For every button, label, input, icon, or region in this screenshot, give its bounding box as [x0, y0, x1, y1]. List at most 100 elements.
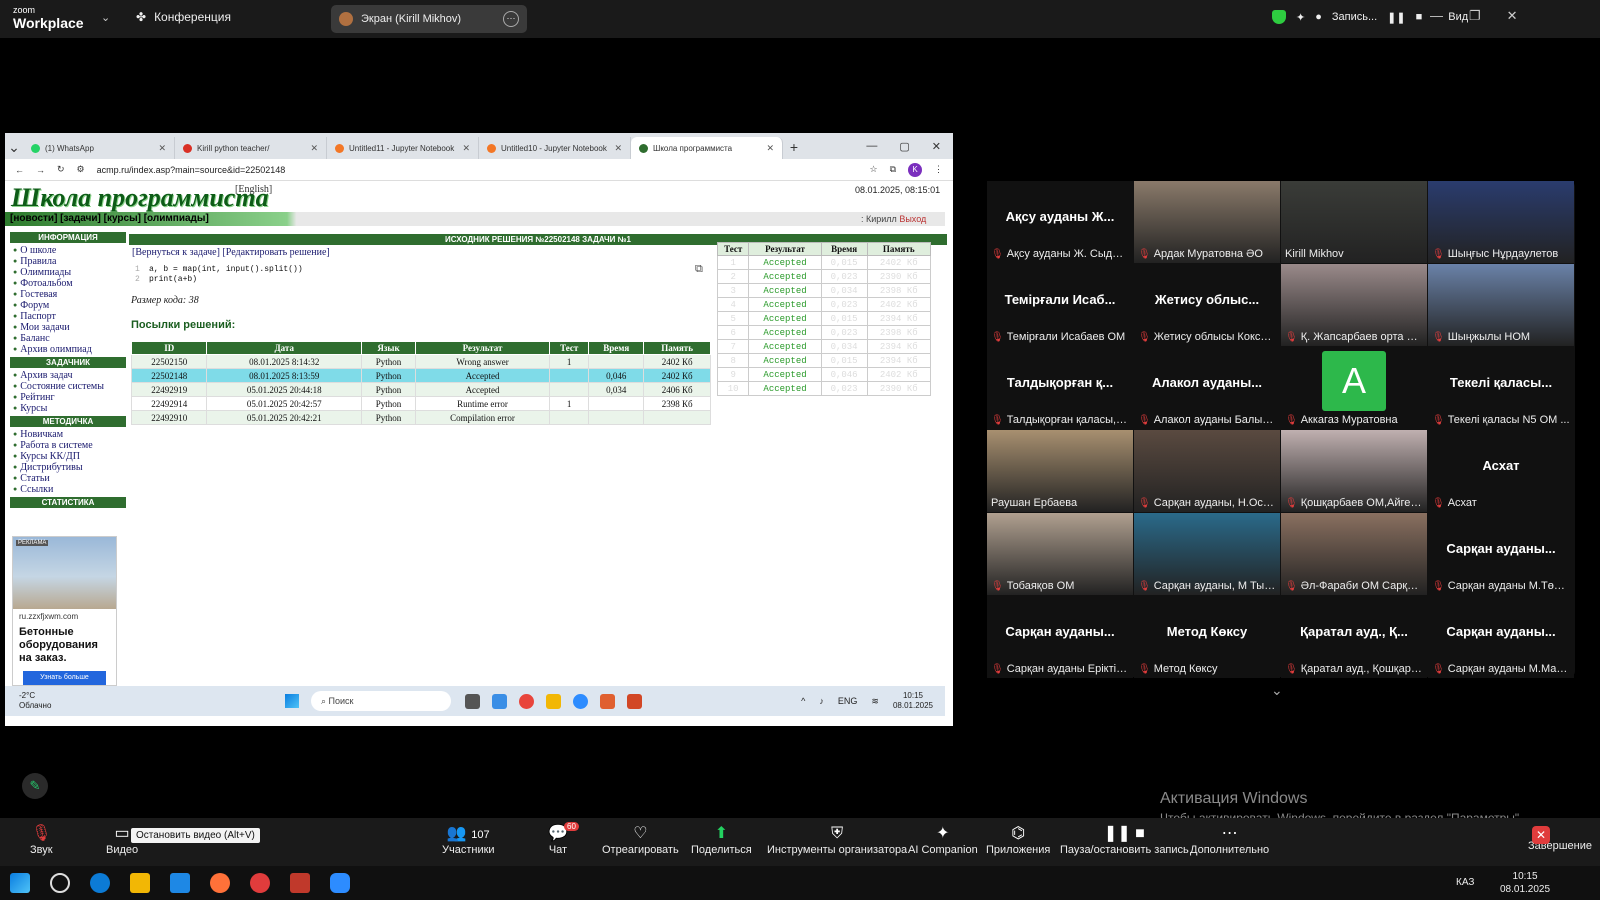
new-tab-button[interactable]: +: [783, 137, 805, 159]
yandex-icon[interactable]: [250, 873, 270, 893]
participant-tile[interactable]: 🎙 Ардак Муратовна ӘО: [1134, 181, 1280, 263]
participant-tile[interactable]: Темірғали Исаб... 🎙 Темірғали Исабаев ОМ: [987, 264, 1133, 346]
table-cell[interactable]: 22502148: [130, 368, 208, 383]
browser-tab[interactable]: Школа программиста ✕: [631, 137, 783, 159]
site-title[interactable]: Школа программиста: [11, 183, 269, 213]
browser-tab[interactable]: Kirill python teacher/ ✕: [175, 137, 327, 159]
sidebar-link[interactable]: Новичкам: [10, 429, 126, 440]
sidebar-link[interactable]: Паспорт: [10, 311, 126, 322]
sidebar-link[interactable]: Статьи: [10, 473, 126, 484]
app-icon[interactable]: [290, 873, 310, 893]
task-links[interactable]: [Вернуться к задаче] [Редактировать реше…: [132, 247, 330, 258]
ad-button[interactable]: Узнать больше: [23, 671, 106, 685]
tray-chevron-icon[interactable]: ^: [801, 696, 805, 706]
participant-tile[interactable]: Сарқан ауданы... 🎙 Сарқан ауданы М.Төле...: [1428, 513, 1574, 595]
table-cell[interactable]: 22492914: [130, 396, 208, 411]
browser-tab[interactable]: (1) WhatsApp ✕: [23, 137, 175, 159]
sidebar-link[interactable]: О школе: [10, 245, 126, 256]
react-button[interactable]: ♡ Отреагировать: [602, 824, 679, 856]
participant-tile[interactable]: Kirill Mikhov: [1281, 181, 1427, 263]
ai-companion-button[interactable]: ✦ AI Companion: [908, 824, 978, 856]
tab-close-icon[interactable]: ✕: [614, 143, 622, 154]
participant-tile[interactable]: A 🎙 Аккагаз Муратовна: [1281, 347, 1427, 429]
browser-close-icon[interactable]: ✕: [932, 140, 941, 153]
sidebar-link[interactable]: Состояние системы: [10, 381, 126, 392]
host-tools-button[interactable]: ⛨ Инструменты организатора: [767, 824, 907, 856]
extensions-icon[interactable]: ⧉: [890, 164, 896, 175]
tab-close-icon[interactable]: ✕: [158, 143, 166, 154]
browser-tab[interactable]: Untitled11 - Jupyter Notebook ✕: [327, 137, 479, 159]
firefox-icon[interactable]: [210, 873, 230, 893]
start-icon[interactable]: [285, 694, 299, 708]
tab-close-icon[interactable]: ✕: [462, 143, 470, 154]
participant-tile[interactable]: Раушан Ербаева: [987, 430, 1133, 512]
logout-link[interactable]: Выход: [899, 214, 926, 224]
participant-tile[interactable]: 🎙 Шыңғыс Нұрдаулетов: [1428, 181, 1574, 263]
browser-maximize-icon[interactable]: ▢: [899, 140, 909, 153]
participant-tile[interactable]: Ақсу ауданы Ж... 🎙 Ақсу ауданы Ж. Сыдык...: [987, 181, 1133, 263]
username-link[interactable]: : Кирилл: [861, 214, 897, 224]
chat-button[interactable]: 💬 60 Чат: [548, 822, 579, 856]
profile-avatar[interactable]: K: [908, 162, 922, 177]
search-icon[interactable]: [50, 873, 70, 893]
edge-icon[interactable]: [90, 873, 110, 893]
participant-tile[interactable]: 🎙 Тобаяқов ОМ: [987, 513, 1133, 595]
sidebar-link[interactable]: Ссылки: [10, 484, 126, 495]
participant-tile[interactable]: Сарқан ауданы... 🎙 Сарқан ауданы Ерікті О.…: [987, 596, 1133, 678]
sidebar-link[interactable]: Рейтинг: [10, 392, 126, 403]
copy-icon[interactable]: ⧉: [695, 263, 703, 276]
participant-tile[interactable]: Жетису облыс... 🎙 Жетису облысы Коксу а...: [1134, 264, 1280, 346]
sidebar-link[interactable]: Олимпиады: [10, 267, 126, 278]
english-link[interactable]: [English]: [235, 184, 272, 195]
chrome-icon[interactable]: [519, 693, 534, 709]
participant-tile[interactable]: 🎙 Сарқан ауданы, М Тын...: [1134, 513, 1280, 595]
language-indicator[interactable]: ENG: [838, 696, 858, 706]
participants-button[interactable]: 👥 107 Участники: [442, 824, 495, 856]
share-button[interactable]: ⬆ Поделиться: [691, 824, 752, 856]
submission-row[interactable]: 22502150 08.01.2025 8:14:32 Python Wrong an…: [130, 354, 711, 369]
pause-recording-icon[interactable]: ❚❚: [1387, 11, 1405, 24]
sidebar-link[interactable]: Мои задачи: [10, 322, 126, 333]
participant-tile[interactable]: Алакол ауданы... 🎙 Алакол ауданы Балым ...: [1134, 347, 1280, 429]
mail-icon[interactable]: [170, 873, 190, 893]
file-explorer-icon[interactable]: [130, 873, 150, 893]
browser-tab[interactable]: Untitled10 - Jupyter Notebook ✕: [479, 137, 631, 159]
stop-recording-icon[interactable]: ■: [1416, 11, 1423, 23]
main-nav[interactable]: [новости] [задачи] [курсы] [олимпиады]: [5, 212, 945, 226]
tab-close-icon[interactable]: ✕: [766, 143, 774, 154]
chevron-down-icon[interactable]: ⌄: [101, 11, 110, 24]
submission-row[interactable]: 22502148 08.01.2025 8:13:59 Python Accepted…: [130, 368, 711, 383]
explorer-icon[interactable]: [546, 693, 561, 709]
reload-icon[interactable]: ↻: [57, 164, 65, 175]
sidebar-link[interactable]: Курсы: [10, 403, 126, 414]
sidebar-link[interactable]: Фотоальбом: [10, 278, 126, 289]
windows-language[interactable]: КАЗ: [1456, 877, 1474, 888]
mic-icon[interactable]: ♪: [819, 696, 824, 706]
participant-tile[interactable]: Метод Көксу 🎙 Метод Көксу: [1134, 596, 1280, 678]
app-icon[interactable]: [600, 693, 615, 709]
audio-button[interactable]: 🎙 Звук: [30, 824, 53, 856]
browser-minimize-icon[interactable]: —: [866, 140, 877, 153]
conference-button[interactable]: ✤ Конференция: [136, 10, 231, 24]
participant-tile[interactable]: Талдықорған қ... 🎙 Талдықорған қаласы,1...: [987, 347, 1133, 429]
restore-icon[interactable]: ❐: [1469, 8, 1481, 24]
powerpoint-icon[interactable]: [627, 693, 642, 709]
windows-start-icon[interactable]: [10, 873, 30, 893]
inner-clock[interactable]: 10:15 08.01.2025: [893, 691, 933, 711]
close-icon[interactable]: ✕: [1507, 8, 1518, 24]
table-cell[interactable]: 22502150: [130, 354, 208, 369]
screen-share-pill[interactable]: Экран (Kirill Mikhov) ···: [331, 5, 527, 33]
zoom-icon[interactable]: [573, 693, 588, 709]
table-cell[interactable]: 22492910: [130, 410, 208, 425]
windows-clock[interactable]: 10:15 08.01.2025: [1500, 870, 1550, 896]
sidebar-link[interactable]: Дистрибутивы: [10, 462, 126, 473]
participant-tile[interactable]: 🎙 Әл-Фараби ОМ Сарқан...: [1281, 513, 1427, 595]
more-options-icon[interactable]: ···: [503, 11, 519, 27]
sidebar-link[interactable]: Форум: [10, 300, 126, 311]
forward-icon[interactable]: →: [36, 165, 45, 175]
participant-tile[interactable]: Сарқан ауданы... 🎙 Сарқан ауданы М.Мам...: [1428, 596, 1574, 678]
sidebar-link[interactable]: Архив олимпиад: [10, 344, 126, 355]
zoom-taskbar-icon[interactable]: [330, 873, 350, 893]
taskbar-search[interactable]: ⌕ Поиск: [311, 691, 451, 711]
apps-button[interactable]: ⌬ Приложения: [986, 824, 1050, 856]
